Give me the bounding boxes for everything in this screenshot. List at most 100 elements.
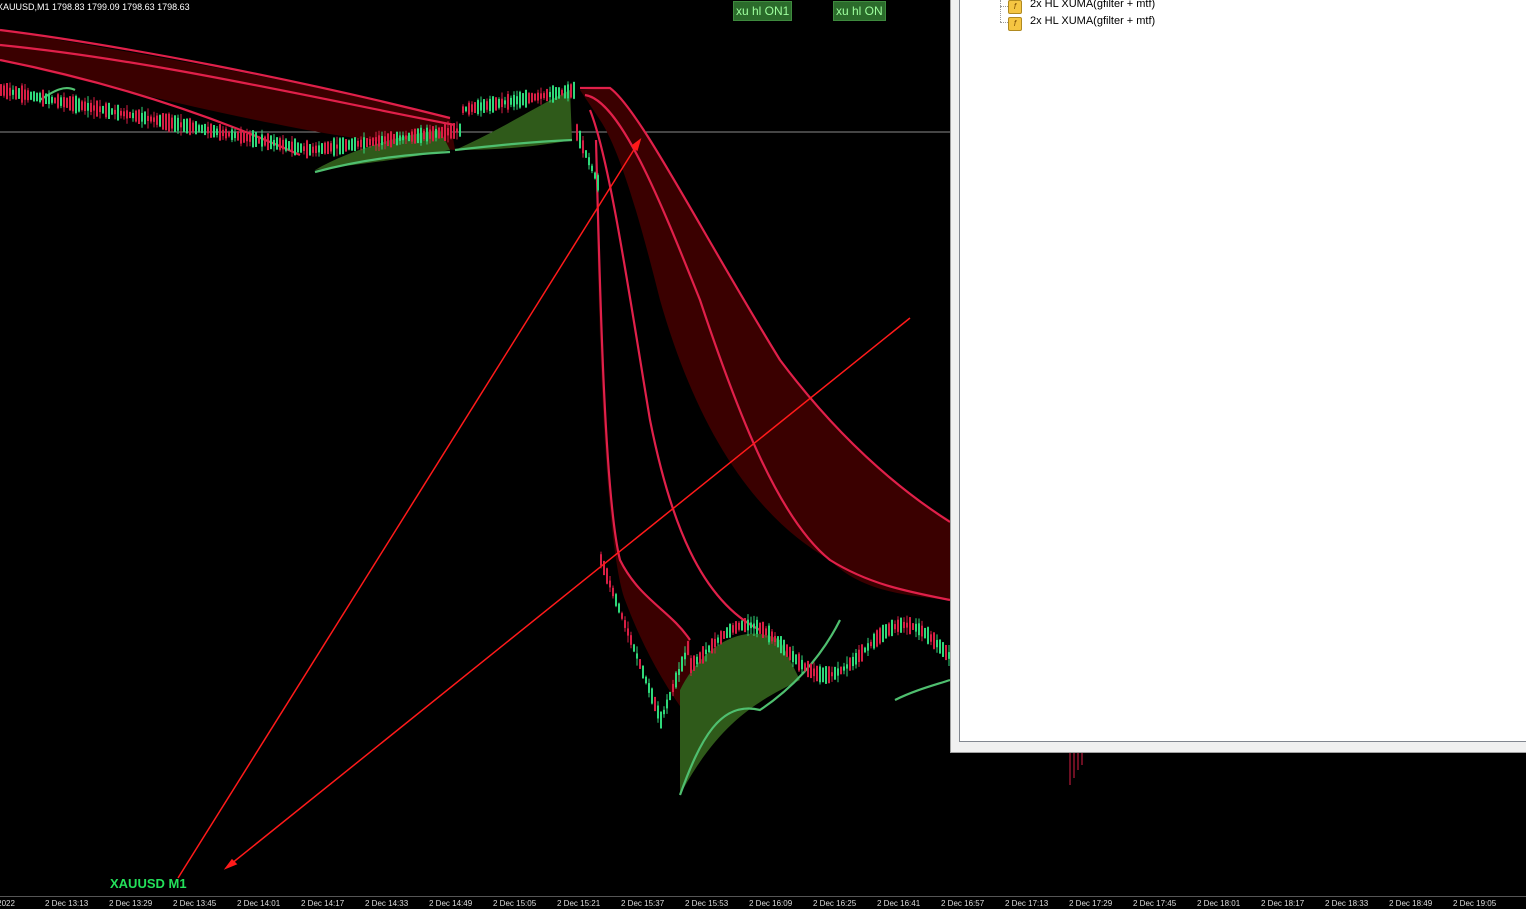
- candles-lower-right: [1069, 752, 1083, 785]
- candle-body: [591, 165, 593, 172]
- candle-body: [807, 660, 809, 678]
- time-axis-label: 2 Dec 15:21: [557, 899, 601, 908]
- candle-body: [15, 86, 17, 100]
- candle-body: [483, 99, 485, 113]
- candle-body: [729, 623, 731, 638]
- candle-body: [765, 628, 767, 636]
- candle-body: [864, 647, 866, 653]
- xu-hl-on1-button[interactable]: xu hl ON1: [733, 1, 793, 21]
- candle-body: [408, 132, 410, 142]
- tree-item-label: 2x HL XUMA(gfilter + mtf): [1030, 0, 1156, 10]
- time-axis-label: 2 Dec 15:05: [493, 899, 537, 908]
- candle-body: [414, 128, 416, 144]
- time-axis-label: 2 Dec 14:33: [365, 899, 409, 908]
- candle-body: [261, 134, 263, 147]
- candle-body: [621, 613, 623, 619]
- candle-body: [852, 656, 854, 667]
- candle-body: [831, 672, 833, 677]
- candle-body: [798, 653, 800, 671]
- candle-body: [642, 665, 644, 679]
- xu-hl-on-button[interactable]: xu hl ON: [833, 1, 886, 21]
- candle-body: [420, 127, 422, 143]
- candle-body: [453, 123, 455, 139]
- candle-body: [60, 97, 62, 106]
- candle-body: [9, 87, 11, 96]
- xuma-band-drop: [580, 88, 950, 600]
- time-axis-label: 2 Dec 15:53: [685, 899, 729, 908]
- candle-body: [195, 121, 197, 135]
- time-axis-label: 2 Dec 14:49: [429, 899, 473, 908]
- candle-body: [207, 126, 209, 134]
- candle-body: [513, 94, 515, 107]
- tree-connector: [1000, 6, 1008, 7]
- candle-body: [597, 175, 599, 191]
- candle-body: [897, 619, 899, 632]
- time-axis-label: 2 Dec 13:29: [109, 899, 153, 908]
- candle-body: [387, 133, 389, 147]
- candle-body: [489, 98, 491, 112]
- candle-body: [459, 123, 461, 137]
- tree-item-indicator[interactable]: f 2x HL XUMA(gfilter + mtf): [1008, 15, 1155, 31]
- candle-body: [42, 89, 44, 107]
- candle-body: [720, 631, 722, 644]
- candle-body: [531, 93, 533, 103]
- candle-body: [390, 131, 392, 148]
- candle-body: [678, 669, 680, 675]
- candle-body: [321, 143, 323, 154]
- candle-body: [450, 124, 452, 139]
- candle-body: [357, 140, 359, 147]
- candle-body: [714, 638, 716, 647]
- candle-body: [180, 122, 182, 128]
- candle-body: [108, 102, 110, 119]
- candle-body: [285, 139, 287, 151]
- candle-body: [444, 123, 446, 141]
- candle-body: [30, 91, 32, 100]
- candle-body: [657, 705, 659, 719]
- candle-body: [876, 630, 878, 647]
- candle-body: [432, 126, 434, 142]
- candle-body: [87, 102, 89, 111]
- candle-body: [276, 137, 278, 150]
- candle-body: [723, 630, 725, 639]
- candle-body: [165, 113, 167, 131]
- candle-body: [777, 636, 779, 648]
- candle-body: [348, 140, 350, 150]
- candle-body: [495, 97, 497, 111]
- candle-body: [201, 124, 203, 134]
- candle-body: [135, 110, 137, 122]
- time-axis-label: 2 Dec 17:13: [1005, 899, 1049, 908]
- candle-body: [741, 620, 743, 631]
- candle-body: [708, 645, 710, 653]
- candle-body: [747, 619, 749, 631]
- candle-body: [786, 644, 788, 657]
- candle-body: [75, 96, 77, 114]
- candle-body: [309, 144, 311, 156]
- time-axis-label: 2 Dec 16:09: [749, 899, 793, 908]
- candle-body: [522, 93, 524, 106]
- candle-body: [426, 127, 428, 142]
- candle-body: [93, 105, 95, 111]
- candle-body: [693, 655, 695, 671]
- candle-body: [912, 623, 914, 630]
- candle-body: [648, 683, 650, 693]
- candle-body: [555, 87, 557, 100]
- candle-body: [372, 137, 374, 147]
- candle-body: [327, 141, 329, 155]
- candle-body: [270, 135, 272, 150]
- candle-body: [51, 96, 53, 103]
- candle-body: [933, 632, 935, 649]
- tree-item-indicator[interactable]: f 2x HL XUMA(gfilter + mtf): [1008, 0, 1155, 14]
- candle-body: [45, 93, 47, 105]
- candle-body: [171, 117, 173, 129]
- candle-body: [516, 96, 518, 105]
- candle-body: [129, 111, 131, 119]
- candle-body: [72, 96, 74, 112]
- candle-body: [84, 101, 86, 112]
- candle-body: [909, 617, 911, 635]
- candle-body: [330, 143, 332, 152]
- candle-body: [774, 635, 776, 643]
- navigator-tree[interactable]: f 2x HL XUMA(gfilter + mtf) f 2x HL XUMA(g…: [959, 0, 1526, 742]
- candle-body: [393, 133, 395, 144]
- candle-body: [525, 89, 527, 108]
- candle-body: [915, 623, 917, 632]
